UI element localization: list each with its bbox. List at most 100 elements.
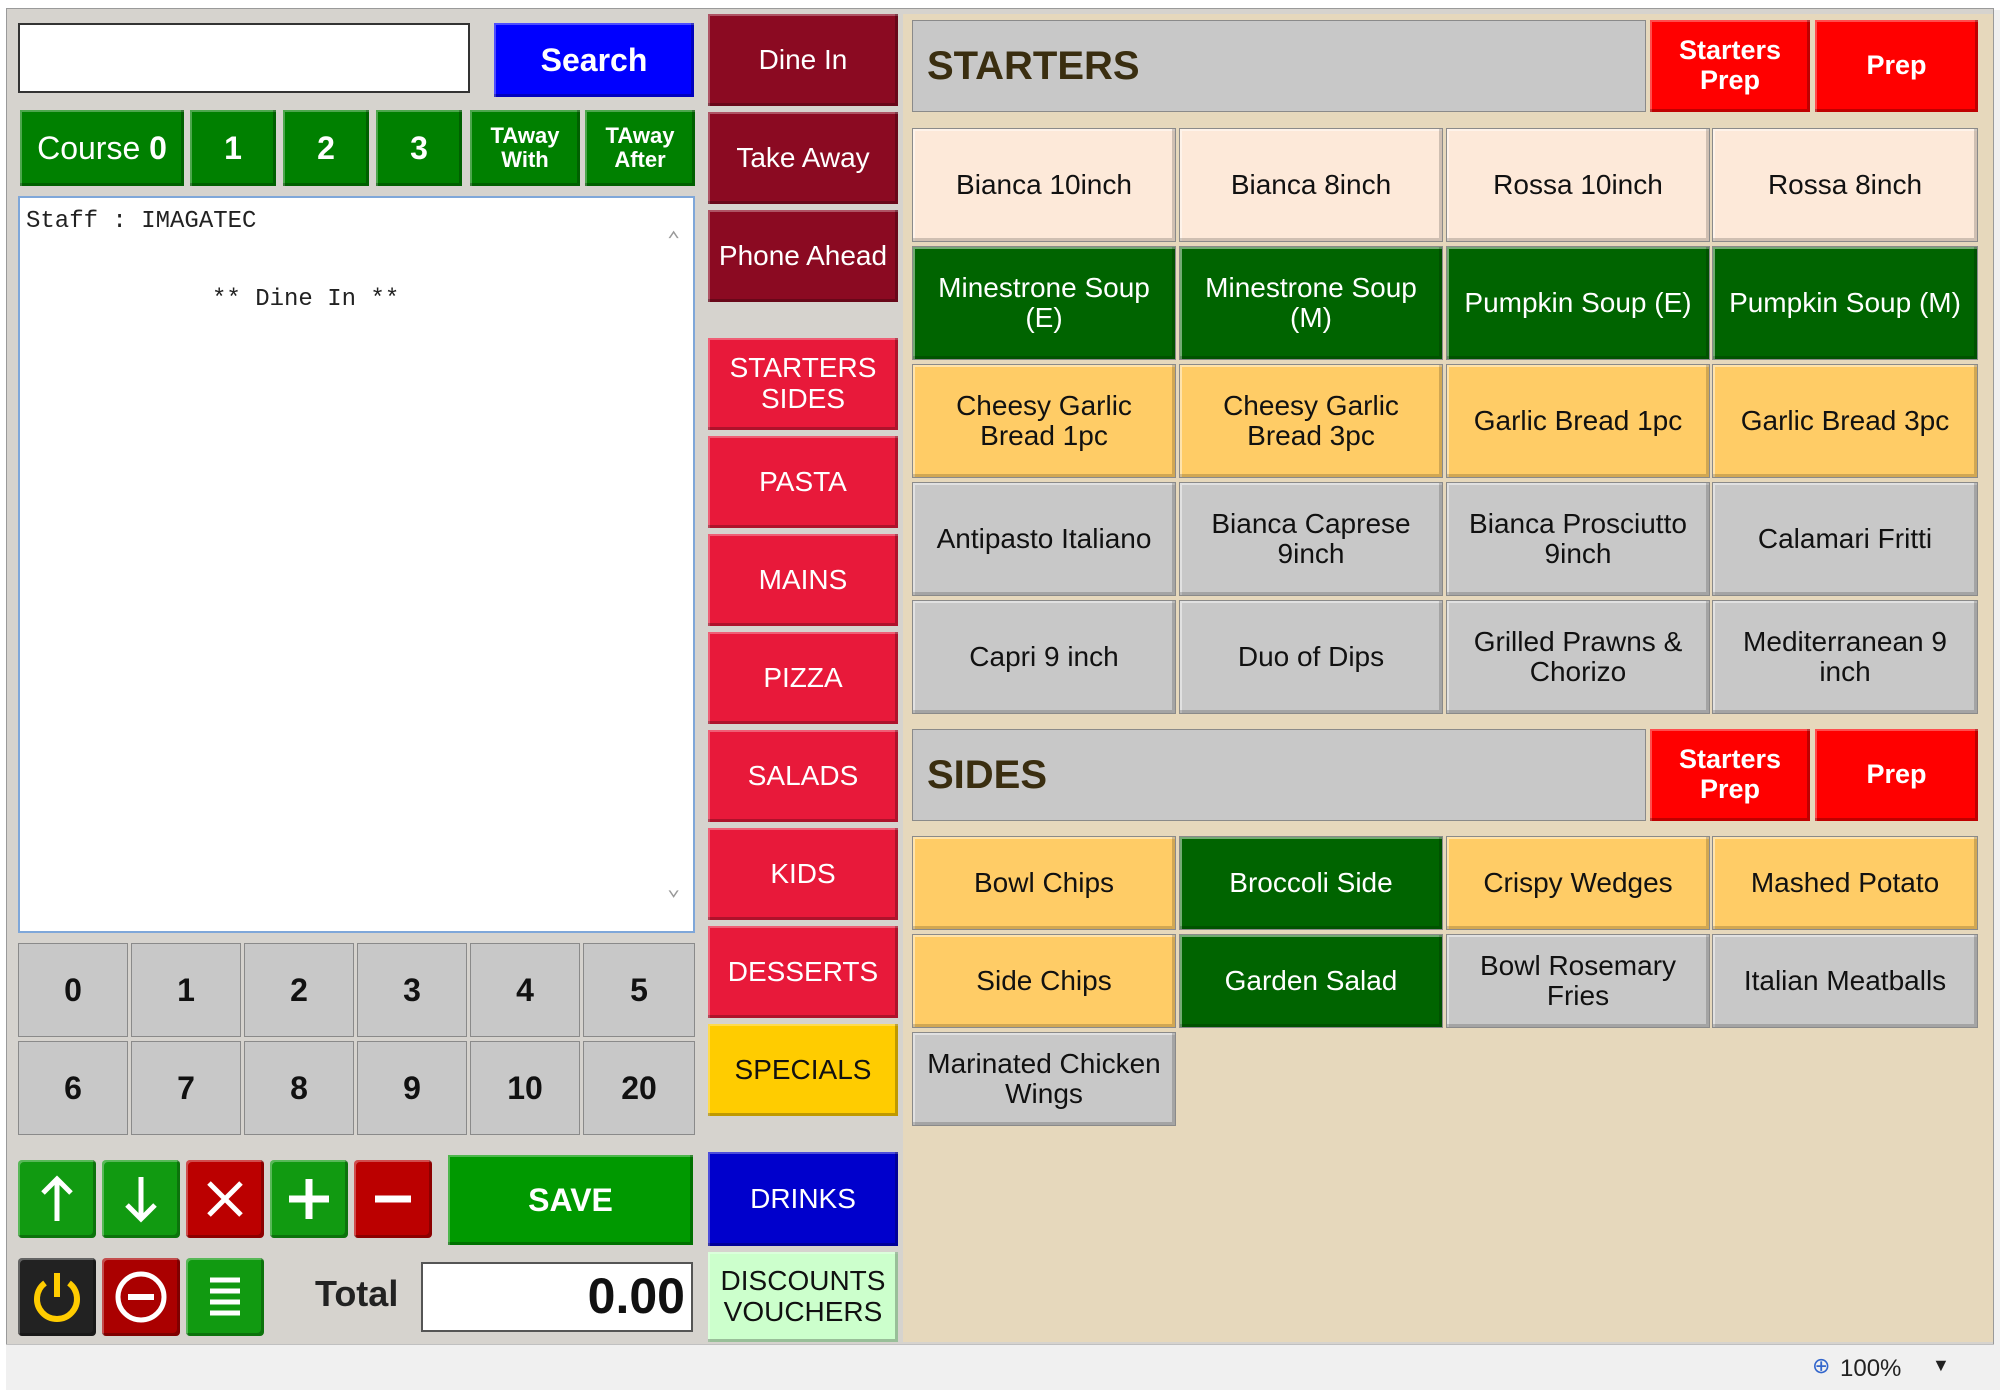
key-9[interactable]: 9 [357,1041,467,1135]
total-value: 0.00 [421,1262,693,1332]
status-bar: ⊕ 100% ▼ [6,1344,1994,1390]
window-edge [1994,10,2000,1390]
sides-section-title: SIDES [912,729,1646,821]
search-button[interactable]: Search [494,23,694,97]
menu-list-button[interactable] [186,1258,264,1336]
menu-item-side-chips[interactable]: Side Chips [912,934,1176,1028]
category-kids[interactable]: KIDS [708,828,898,920]
no-entry-icon [115,1271,167,1323]
category-pasta[interactable]: PASTA [708,436,898,528]
course-button-1[interactable]: 1 [190,110,276,186]
menu-item-cheesy-garlic-bread-1pc[interactable]: Cheesy Garlic Bread 1pc [912,364,1176,478]
menu-item-minestrone-soup-e[interactable]: Minestrone Soup (E) [912,246,1176,360]
category-mains[interactable]: MAINS [708,534,898,626]
category-discounts-vouchers[interactable]: DISCOUNTS VOUCHERS [708,1252,898,1342]
arrow-up-icon [41,1175,73,1221]
power-icon [34,1273,80,1322]
category-drinks[interactable]: DRINKS [708,1152,898,1246]
takeaway-after-button[interactable]: TAway After [585,110,695,186]
sides-starters-prep-button[interactable]: Starters Prep [1650,729,1810,821]
category-specials[interactable]: SPECIALS [708,1024,898,1116]
key-10[interactable]: 10 [470,1041,580,1135]
zoom-level[interactable]: 100% [1840,1355,1901,1383]
order-type-dine-in[interactable]: Dine In [708,14,898,106]
mode-line: ** Dine In ** [212,286,400,313]
menu-item-cheesy-garlic-bread-3pc[interactable]: Cheesy Garlic Bread 3pc [1179,364,1443,478]
menu-item-calamari-fritti[interactable]: Calamari Fritti [1712,482,1978,596]
order-receipt[interactable]: Staff : IMAGATEC ** Dine In ** ⌃ ⌄ [18,196,695,933]
power-button[interactable] [18,1258,96,1336]
key-20[interactable]: 20 [583,1041,695,1135]
key-7[interactable]: 7 [131,1041,241,1135]
key-1[interactable]: 1 [131,943,241,1037]
arrow-down-button[interactable] [102,1160,180,1238]
zoom-dropdown-icon[interactable]: ▼ [1932,1355,1950,1376]
increase-qty-button[interactable] [270,1160,348,1238]
menu-item-bianca-10inch[interactable]: Bianca 10inch [912,128,1176,242]
starters-prep-button[interactable]: Starters Prep [1650,20,1810,112]
staff-line: Staff : IMAGATEC [26,208,257,235]
save-button[interactable]: SAVE [448,1155,693,1245]
scroll-up-icon[interactable]: ⌃ [667,228,680,254]
menu-item-marinated-chicken-wings[interactable]: Marinated Chicken Wings [912,1032,1176,1126]
key-5[interactable]: 5 [583,943,695,1037]
menu-item-garden-salad[interactable]: Garden Salad [1179,934,1443,1028]
menu-item-mediterranean-9-inch[interactable]: Mediterranean 9 inch [1712,600,1978,714]
zoom-icon[interactable]: ⊕ [1812,1353,1830,1379]
menu-item-bowl-chips[interactable]: Bowl Chips [912,836,1176,930]
cancel-order-button[interactable] [102,1258,180,1336]
category-pizza[interactable]: PIZZA [708,632,898,724]
total-label: Total [315,1273,399,1314]
category-desserts[interactable]: DESSERTS [708,926,898,1018]
menu-item-minestrone-soup-m[interactable]: Minestrone Soup (M) [1179,246,1443,360]
arrow-down-icon [125,1177,157,1223]
order-type-phone-ahead[interactable]: Phone Ahead [708,210,898,302]
menu-list-icon [210,1277,240,1316]
menu-item-pumpkin-soup-e[interactable]: Pumpkin Soup (E) [1446,246,1710,360]
menu-item-broccoli-side[interactable]: Broccoli Side [1179,836,1443,930]
minus-icon [375,1195,411,1203]
plus-icon [289,1179,329,1219]
starters-title: STARTERS [927,43,1140,88]
sides-title: SIDES [927,752,1048,797]
menu-item-capri-9-inch[interactable]: Capri 9 inch [912,600,1176,714]
order-type-take-away[interactable]: Take Away [708,112,898,204]
menu-item-bowl-rosemary-fries[interactable]: Bowl Rosemary Fries [1446,934,1710,1028]
delete-item-button[interactable] [186,1160,264,1238]
menu-item-bianca-8inch[interactable]: Bianca 8inch [1179,128,1443,242]
menu-item-bianca-prosciutto-9inch[interactable]: Bianca Prosciutto 9inch [1446,482,1710,596]
sides-prep-button[interactable]: Prep [1815,729,1978,821]
key-0[interactable]: 0 [18,943,128,1037]
receipt-scrollbar[interactable]: ⌃ ⌄ [665,218,689,908]
course-button-2[interactable]: 2 [283,110,369,186]
key-6[interactable]: 6 [18,1041,128,1135]
key-4[interactable]: 4 [470,943,580,1037]
menu-item-mashed-potato[interactable]: Mashed Potato [1712,836,1978,930]
search-input[interactable] [18,23,470,93]
takeaway-with-button[interactable]: TAway With [470,110,580,186]
menu-item-italian-meatballs[interactable]: Italian Meatballs [1712,934,1978,1028]
menu-item-bianca-caprese-9inch[interactable]: Bianca Caprese 9inch [1179,482,1443,596]
menu-item-garlic-bread-1pc[interactable]: Garlic Bread 1pc [1446,364,1710,478]
course-button-3[interactable]: 3 [376,110,462,186]
menu-item-antipasto-italiano[interactable]: Antipasto Italiano [912,482,1176,596]
course-label: Course [37,129,141,166]
category-starters-sides[interactable]: STARTERS SIDES [708,338,898,430]
key-2[interactable]: 2 [244,943,354,1037]
menu-item-crispy-wedges[interactable]: Crispy Wedges [1446,836,1710,930]
category-salads[interactable]: SALADS [708,730,898,822]
scroll-down-icon[interactable]: ⌄ [667,876,680,902]
menu-item-duo-of-dips[interactable]: Duo of Dips [1179,600,1443,714]
menu-item-pumpkin-soup-m[interactable]: Pumpkin Soup (M) [1712,246,1978,360]
key-3[interactable]: 3 [357,943,467,1037]
decrease-qty-button[interactable] [354,1160,432,1238]
course-button-0[interactable]: Course 0 [20,110,184,186]
menu-item-grilled-prawns-chorizo[interactable]: Grilled Prawns & Chorizo [1446,600,1710,714]
key-8[interactable]: 8 [244,1041,354,1135]
menu-item-garlic-bread-3pc[interactable]: Garlic Bread 3pc [1712,364,1978,478]
menu-item-rossa-10inch[interactable]: Rossa 10inch [1446,128,1710,242]
menu-item-rossa-8inch[interactable]: Rossa 8inch [1712,128,1978,242]
arrow-up-button[interactable] [18,1160,96,1238]
delete-x-icon [207,1181,243,1217]
prep-button[interactable]: Prep [1815,20,1978,112]
